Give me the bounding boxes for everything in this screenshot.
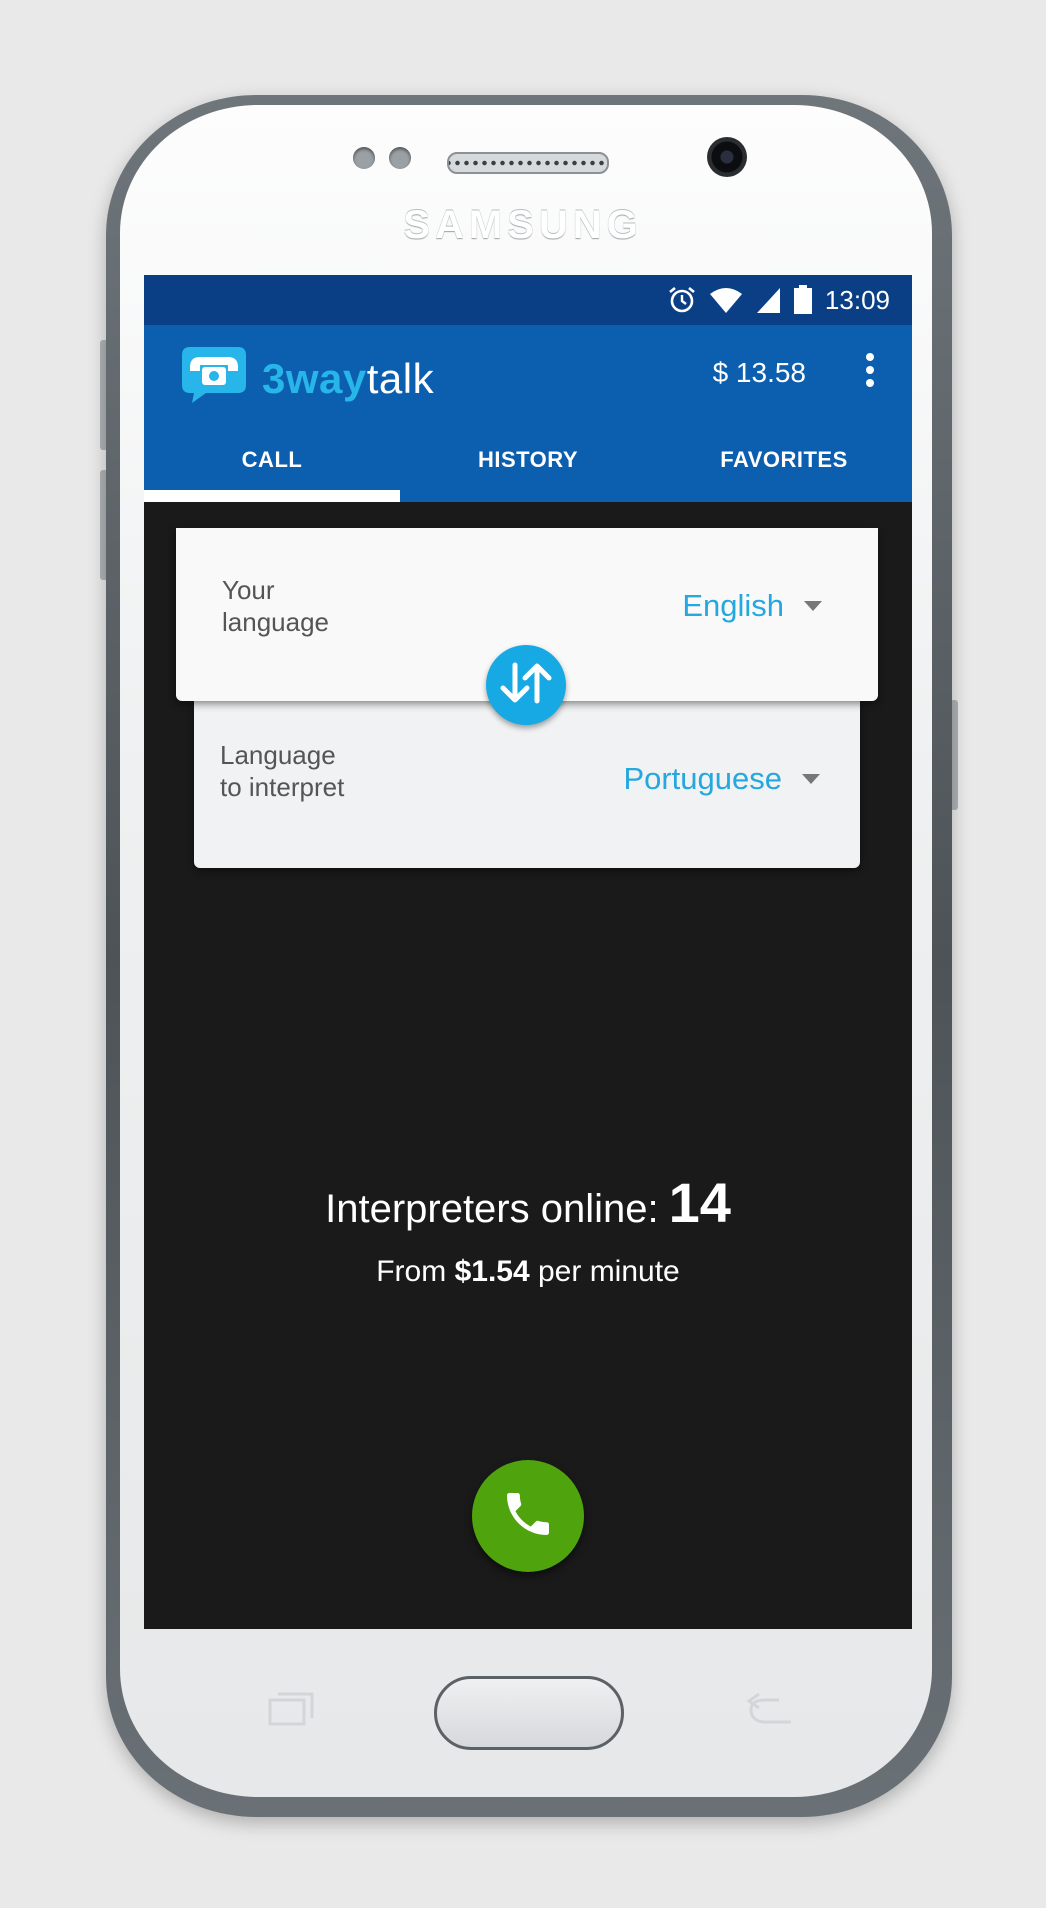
price-suffix: per minute [538, 1255, 680, 1288]
back-key-icon [745, 1690, 797, 1738]
swap-languages-button[interactable] [486, 645, 566, 725]
phone-icon [500, 1486, 556, 1547]
front-camera [707, 137, 747, 177]
wifi-icon [709, 286, 743, 314]
phone-bubble-logo-icon [176, 345, 252, 412]
logo-text-part1: 3way [262, 354, 367, 402]
sensor-dots [353, 147, 411, 169]
call-button[interactable] [472, 1460, 584, 1572]
status-time: 13:09 [824, 284, 890, 315]
app-logo-text: 3waytalk [262, 355, 434, 403]
home-button[interactable] [434, 1676, 624, 1750]
interpret-language-value: Portuguese [623, 761, 782, 796]
tab-bar: CALL HISTORY FAVORITES [144, 425, 912, 502]
swap-arrows-icon [499, 661, 553, 710]
alarm-icon [667, 285, 697, 315]
chevron-down-icon [802, 774, 820, 784]
account-balance[interactable]: $ 13.58 [713, 357, 806, 389]
price-per-minute: From $1.54 per minute [144, 1255, 912, 1289]
interpret-language-card[interactable]: Language to interpret Portuguese [194, 701, 860, 868]
your-language-label-line2: language [222, 607, 329, 637]
chevron-down-icon [804, 601, 822, 611]
interpret-label-line1: Language [220, 740, 336, 770]
device-brand: SAMSUNG [403, 203, 643, 247]
price-value: $1.54 [454, 1255, 530, 1288]
battery-icon [793, 285, 813, 315]
tab-favorites[interactable]: FAVORITES [656, 425, 912, 502]
app-screen: 13:09 3waytalk $ 13.58 CALL HISTORY FAVO… [144, 275, 912, 1629]
app-bar: 3waytalk $ 13.58 [144, 325, 912, 425]
your-language-value: English [682, 588, 784, 623]
tab-call[interactable]: CALL [144, 425, 400, 502]
your-language-select[interactable]: English [682, 588, 822, 624]
more-vert-icon[interactable] [864, 353, 876, 393]
interpreters-online: Interpreters online: 14 [144, 1170, 912, 1235]
price-prefix: From [376, 1255, 447, 1288]
status-bar: 13:09 [144, 275, 912, 325]
earpiece-speaker [447, 152, 609, 174]
your-language-label-line1: Your [222, 575, 275, 605]
interpreters-online-count: 14 [668, 1171, 731, 1234]
interpreters-online-label: Interpreters online: [325, 1187, 659, 1231]
your-language-label: Your language [222, 574, 329, 638]
logo-text-part2: talk [366, 354, 435, 402]
interpret-label-line2: to interpret [220, 772, 345, 802]
tab-history[interactable]: HISTORY [400, 425, 656, 502]
signal-icon [755, 286, 781, 314]
recent-apps-key-icon [266, 1690, 318, 1738]
app-logo: 3waytalk [176, 345, 434, 412]
interpret-language-select[interactable]: Portuguese [623, 761, 820, 797]
interpret-language-label: Language to interpret [220, 739, 344, 803]
